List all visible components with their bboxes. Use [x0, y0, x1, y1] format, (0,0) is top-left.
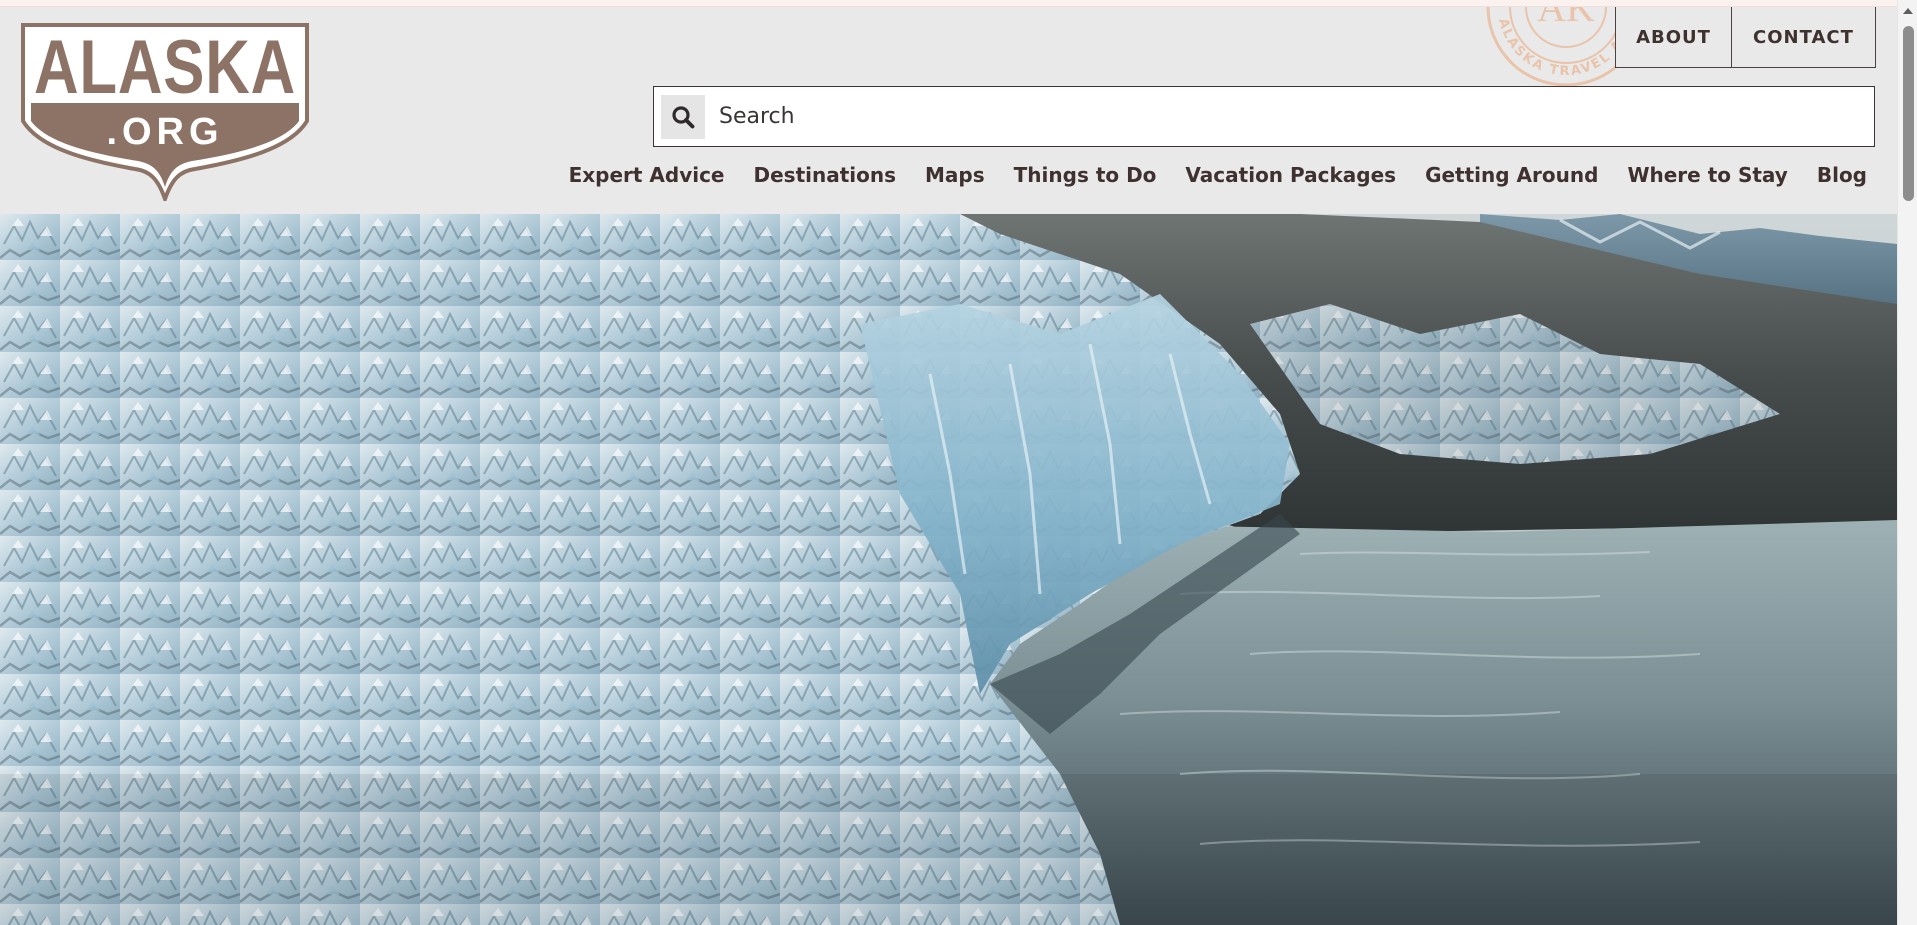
utility-nav: ABOUT CONTACT — [1615, 7, 1876, 68]
main-nav: Expert Advice Destinations Maps Things t… — [569, 155, 1867, 195]
nav-destinations[interactable]: Destinations — [754, 163, 897, 187]
scroll-up-button[interactable] — [1898, 0, 1917, 22]
search-input[interactable] — [719, 94, 1874, 139]
hero-glacier-image — [0, 214, 1897, 925]
scroll-up-arrow-icon — [1903, 8, 1913, 14]
logo-shield-icon: ALASKA .ORG — [21, 23, 309, 206]
nav-things-to-do[interactable]: Things to Do — [1014, 163, 1157, 187]
nav-vacation-packages[interactable]: Vacation Packages — [1185, 163, 1396, 187]
nav-expert-advice[interactable]: Expert Advice — [569, 163, 725, 187]
search-icon — [672, 105, 695, 128]
nav-maps[interactable]: Maps — [925, 163, 985, 187]
about-link[interactable]: ABOUT — [1616, 7, 1732, 67]
logo-domain: .ORG — [106, 111, 223, 153]
nav-blog[interactable]: Blog — [1817, 163, 1867, 187]
nav-where-to-stay[interactable]: Where to Stay — [1627, 163, 1787, 187]
search-form — [653, 86, 1875, 147]
svg-text:AK: AK — [1537, 7, 1595, 30]
contact-link[interactable]: CONTACT — [1732, 7, 1875, 67]
logo-wordmark: ALASKA — [34, 25, 296, 110]
scroll-thumb[interactable] — [1903, 26, 1914, 201]
alaska-org-logo[interactable]: ALASKA .ORG — [20, 21, 310, 206]
site-header: ALASKA .ORG AK ALASKA TRAVEL ADVICE ABOU… — [0, 7, 1897, 214]
nav-getting-around[interactable]: Getting Around — [1425, 163, 1598, 187]
search-button[interactable] — [661, 94, 705, 139]
top-accent-strip — [0, 0, 1897, 7]
page-scrollbar[interactable] — [1897, 0, 1917, 925]
